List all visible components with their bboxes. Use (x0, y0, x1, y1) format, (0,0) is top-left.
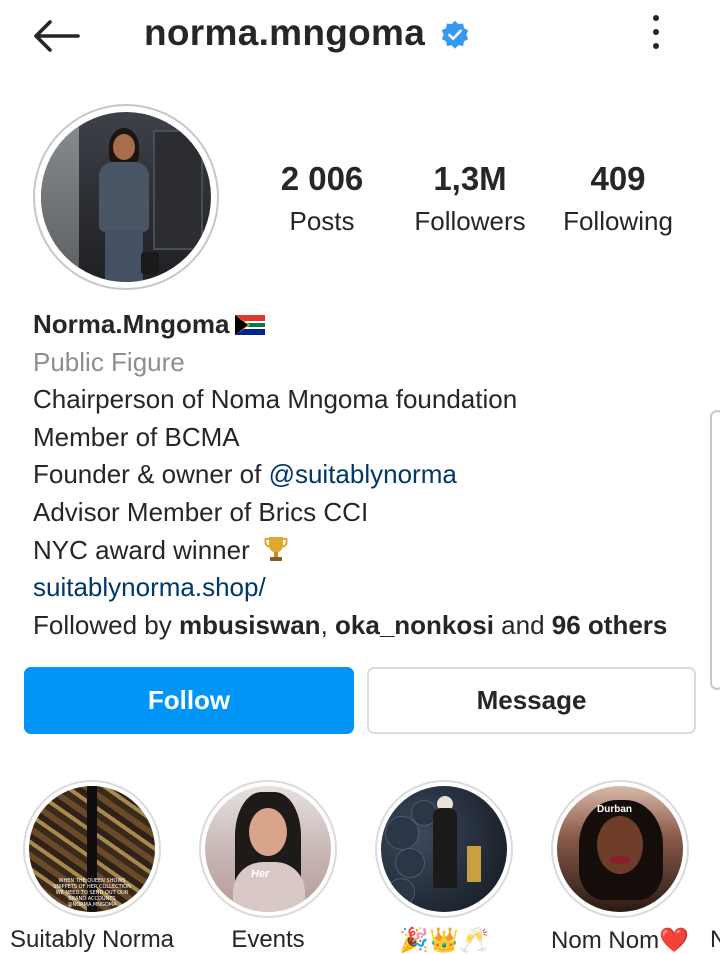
highlight-label: N (710, 926, 720, 953)
more-vertical-icon (653, 15, 659, 21)
display-name-line: Norma.Mngoma (33, 306, 713, 344)
verified-badge-icon (441, 20, 469, 49)
highlight-cover: Her (205, 786, 331, 912)
profile-category: Public Figure (33, 346, 185, 377)
highlight-label: Events (231, 926, 305, 953)
bio-line-bcma: Member of BCMA (33, 421, 240, 452)
following-label: Following (563, 206, 673, 236)
highlight-cover: Durban (557, 786, 683, 912)
south-africa-flag-icon (235, 315, 266, 335)
highlight-label: Suitably Norma (9, 926, 175, 953)
followers-others-count: 96 others (551, 609, 668, 640)
arrow-left-icon (34, 20, 80, 52)
stat-posts[interactable]: 2 006 Posts (270, 160, 374, 237)
bio-line-award: NYC award winner (33, 532, 713, 570)
following-count: 409 (590, 160, 646, 197)
follow-button[interactable]: Follow (24, 667, 354, 734)
highlight-label: 🎉👑🥂 (399, 927, 489, 954)
more-options-button[interactable] (640, 12, 672, 52)
highlight-nom-nom[interactable]: Durban (551, 780, 689, 918)
highlight-cover: WHEN THE QUEEN SHOWS SNIPPETS OF HER COL… (29, 786, 155, 912)
followers-label: Followers (414, 206, 526, 236)
stat-following[interactable]: 409 Following (556, 160, 680, 237)
follower-mbusiswan: mbusiswan (178, 609, 321, 640)
highlight-events[interactable]: Her (199, 780, 337, 918)
highlight-suitably-norma[interactable]: WHEN THE QUEEN SHOWS SNIPPETS OF HER COL… (23, 780, 161, 918)
posts-count: 2 006 (280, 160, 364, 197)
side-panel-edge (710, 410, 720, 690)
highlight-celebration[interactable] (375, 780, 513, 918)
website-link[interactable]: suitablynorma.shop/ (33, 569, 713, 607)
display-name: Norma.Mngoma (33, 309, 230, 339)
message-button[interactable]: Message (367, 667, 696, 734)
mention-suitablynorma[interactable]: @suitablynorma (269, 459, 457, 489)
highlight-label: Nom Nom❤️ (551, 927, 689, 954)
profile-header: norma.mngoma (0, 0, 720, 70)
profile-avatar-ring[interactable] (33, 104, 219, 290)
stat-followers[interactable]: 1,3M Followers (406, 160, 534, 237)
posts-label: Posts (289, 206, 355, 236)
follower-oka-nonkosi: oka_nonkosi (335, 609, 494, 640)
followers-count: 1,3M (433, 160, 507, 197)
profile-username: norma.mngoma (144, 12, 426, 53)
bio-line-brics: Advisor Member of Brics CCI (33, 496, 369, 527)
profile-bio: Norma.Mngoma Public Figure Chairperson o… (33, 306, 713, 644)
bio-line-founder: Founder & owner of @suitablynorma (33, 459, 457, 490)
profile-avatar (41, 112, 211, 282)
highlight-cover (381, 786, 507, 912)
bio-line-chairperson: Chairperson of Noma Mngoma foundation (33, 384, 518, 415)
followed-by-line[interactable]: Followed by mbusiswan, oka_nonkosi and 9… (33, 607, 713, 645)
trophy-icon (264, 536, 288, 561)
back-button[interactable] (30, 14, 82, 58)
